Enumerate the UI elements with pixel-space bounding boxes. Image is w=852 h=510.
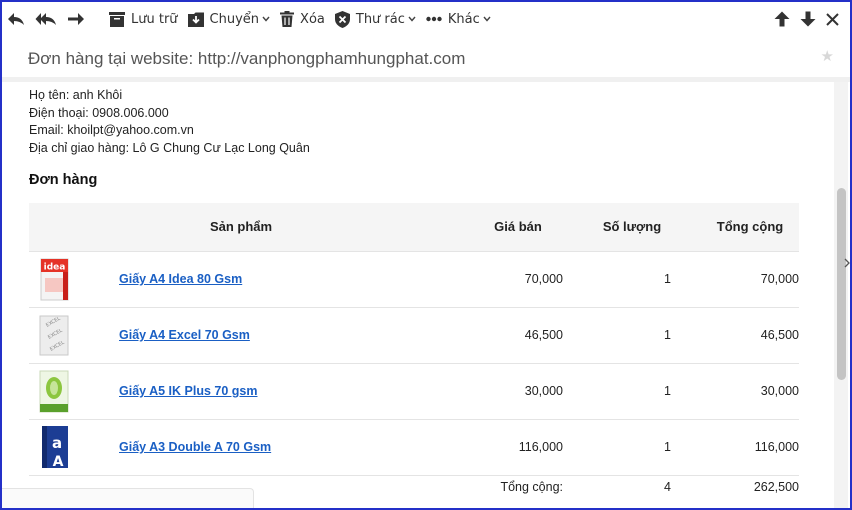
forward-button[interactable]	[62, 2, 90, 36]
delete-button[interactable]: Xóa	[275, 2, 330, 36]
row-qty: 1	[563, 250, 671, 307]
star-icon[interactable]: ★	[821, 47, 834, 65]
customer-address: Địa chỉ giao hàng: Lô G Chung Cư Lạc Lon…	[29, 140, 310, 155]
email-subject: Đơn hàng tại website: http://vanphongpha…	[28, 49, 466, 68]
svg-text:a: a	[52, 434, 62, 452]
chevron-right-icon[interactable]	[844, 258, 850, 268]
order-title: Đơn hàng	[29, 172, 98, 188]
table-row: a A Giấy A3 Double A 70 Gsm 116,000 1 11…	[29, 418, 799, 475]
scrollbar-thumb[interactable]	[837, 188, 846, 380]
delete-label: Xóa	[300, 11, 325, 27]
row-total: 116,000	[671, 418, 799, 475]
order-table: Sản phẩm Giá bán Số lượng Tổng cộng idea	[29, 203, 799, 499]
product-link[interactable]: Giấy A5 IK Plus 70 gsm	[119, 384, 257, 398]
header-product: Sản phẩm	[119, 203, 453, 251]
reply-button[interactable]	[2, 2, 30, 36]
summary-label: Tổng cộng:	[453, 474, 563, 499]
shield-x-icon	[334, 10, 350, 28]
archive-icon	[109, 11, 125, 27]
table-row: Giấy A5 IK Plus 70 gsm 30,000 1 30,000	[29, 362, 799, 419]
table-row: idea Giấy A4 Idea 80 Gsm 70,000 1 70,000	[29, 250, 799, 307]
previous-email-button[interactable]	[769, 2, 795, 36]
forward-arrow-icon	[68, 13, 84, 25]
row-total: 30,000	[671, 362, 799, 419]
excel-paper-thumbnail[interactable]: EXCEL EXCEL EXCEL	[37, 312, 70, 358]
reply-all-icon	[35, 13, 56, 25]
svg-text:idea: idea	[44, 263, 66, 273]
archive-button[interactable]: Lưu trữ	[104, 2, 183, 36]
close-icon	[826, 12, 839, 26]
summary-total: 262,500	[671, 474, 799, 499]
header-price: Giá bán	[453, 203, 563, 251]
bottom-panel-tab[interactable]	[2, 488, 254, 508]
email-body: Họ tên: anh Khôi Điện thoại: 0908.006.00…	[2, 82, 834, 508]
archive-label: Lưu trữ	[131, 11, 178, 27]
email-toolbar: Lưu trữ Chuyển Xóa Thư rác Khác	[2, 2, 850, 36]
next-email-button[interactable]	[795, 2, 821, 36]
idea-paper-thumbnail[interactable]: idea	[37, 256, 70, 302]
chevron-down-icon	[262, 16, 270, 22]
customer-email: Email: khoilpt@yahoo.com.vn	[29, 123, 194, 137]
reply-all-button[interactable]	[30, 2, 62, 36]
row-qty: 1	[563, 418, 671, 475]
chevron-down-icon	[408, 16, 416, 22]
more-label: Khác	[447, 11, 480, 27]
header-qty: Số lượng	[563, 203, 671, 251]
customer-info: Họ tên: anh Khôi Điện thoại: 0908.006.00…	[29, 87, 310, 157]
row-total: 46,500	[671, 306, 799, 363]
email-window: Lưu trữ Chuyển Xóa Thư rác Khác Đơn hàng…	[0, 0, 852, 510]
chevron-down-icon	[483, 16, 491, 22]
more-button[interactable]: Khác	[421, 2, 496, 36]
row-price: 116,000	[453, 418, 563, 475]
ik-plus-paper-thumbnail[interactable]	[37, 368, 70, 414]
vertical-scrollbar[interactable]	[834, 82, 848, 508]
row-price: 70,000	[453, 250, 563, 307]
arrow-up-icon	[774, 11, 790, 27]
customer-phone: Điện thoại: 0908.006.000	[29, 105, 169, 120]
product-link[interactable]: Giấy A4 Excel 70 Gsm	[119, 328, 250, 342]
more-dots-icon	[426, 16, 442, 22]
summary-qty: 4	[563, 474, 671, 499]
product-link[interactable]: Giấy A4 Idea 80 Gsm	[119, 272, 242, 286]
svg-text:A: A	[53, 454, 64, 470]
move-button[interactable]: Chuyển	[183, 2, 276, 36]
order-table-header: Sản phẩm Giá bán Số lượng Tổng cộng	[29, 203, 799, 251]
subject-bar: Đơn hàng tại website: http://vanphongpha…	[2, 36, 850, 82]
close-button[interactable]	[821, 2, 844, 36]
customer-name: Họ tên: anh Khôi	[29, 88, 123, 102]
row-total: 70,000	[671, 250, 799, 307]
spam-button[interactable]: Thư rác	[330, 2, 421, 36]
spam-label: Thư rác	[355, 11, 405, 27]
reply-icon	[8, 13, 24, 25]
arrow-down-icon	[800, 11, 816, 27]
move-label: Chuyển	[209, 11, 260, 27]
row-qty: 1	[563, 362, 671, 419]
double-a-paper-thumbnail[interactable]: a A	[37, 424, 70, 470]
row-price: 46,500	[453, 306, 563, 363]
header-total: Tổng cộng	[671, 203, 799, 251]
row-qty: 1	[563, 306, 671, 363]
trash-icon	[280, 11, 295, 27]
product-link[interactable]: Giấy A3 Double A 70 Gsm	[119, 440, 271, 454]
move-folder-icon	[187, 12, 204, 27]
row-price: 30,000	[453, 362, 563, 419]
table-row: EXCEL EXCEL EXCEL Giấy A4 Excel 70 Gsm 4…	[29, 306, 799, 363]
